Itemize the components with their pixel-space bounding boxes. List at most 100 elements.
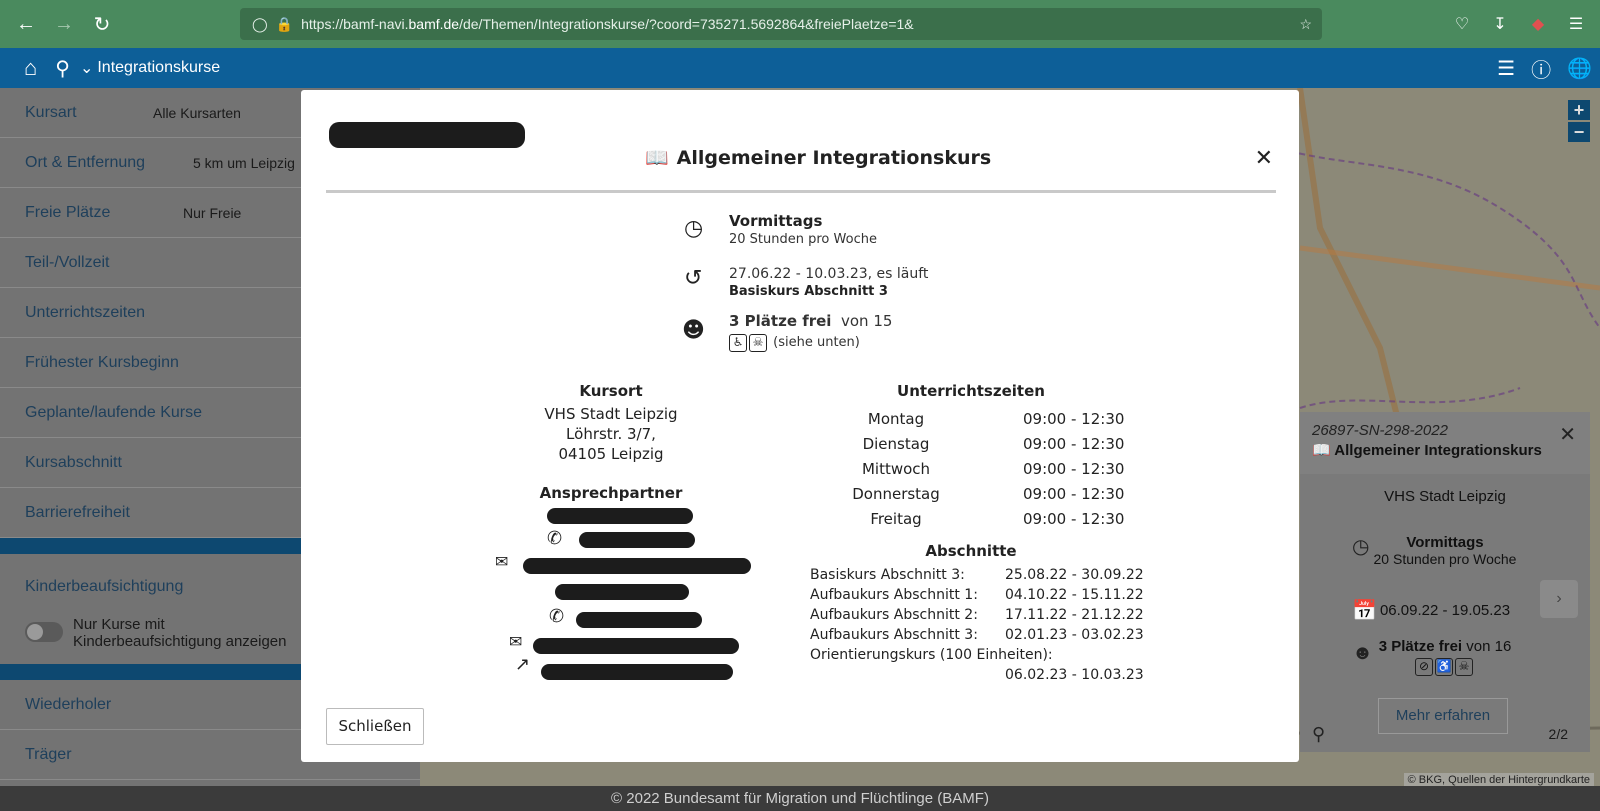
course-period: 27.06.22 - 10.03.23, es läuft xyxy=(729,266,929,282)
reload-icon[interactable]: ↻ xyxy=(84,6,120,42)
filter-label: Frühester Kursbeginn xyxy=(25,353,179,371)
address-line: Löhrstr. 3/7, xyxy=(566,425,656,443)
people-icon: ☻ xyxy=(1352,642,1374,664)
section-dates: 17.11.22 - 21.12.22 xyxy=(1005,607,1144,623)
help-icon[interactable]: ⓘ xyxy=(1531,54,1551,83)
sections-title: Abschnitte xyxy=(925,542,1017,560)
popup-pagination: 2/2 xyxy=(1548,726,1568,742)
filter-label: Geplante/laufende Kurse xyxy=(25,403,203,421)
search-icon[interactable]: ⚲ xyxy=(55,56,70,81)
current-section: Basiskurs Abschnitt 3 xyxy=(729,284,888,299)
extension-shield-icon[interactable]: ◆ xyxy=(1524,8,1552,40)
external-link-icon[interactable]: ↗ xyxy=(515,654,530,675)
map-zoom-controls: + − xyxy=(1568,100,1590,142)
popup-title-text: Allgemeiner Integrationskurs xyxy=(1334,442,1542,459)
popup-close-icon[interactable]: ✕ xyxy=(1559,422,1576,447)
page-title[interactable]: Integrationskurse xyxy=(97,59,220,77)
time-main: Vormittags xyxy=(729,212,823,230)
places-info: 3 Plätze frei von 15 xyxy=(729,312,892,330)
kinder-toggle-label: Nur Kurse mit Kinderbeaufsichtigung anze… xyxy=(73,616,287,650)
contact-title: Ansprechpartner xyxy=(539,484,683,502)
phone-icon: ✆ xyxy=(549,606,565,627)
popup-course-id: 26897-SN-298-2022 xyxy=(1312,422,1448,439)
home-icon[interactable]: ⌂ xyxy=(24,55,37,81)
redacted-phone-2 xyxy=(576,612,702,628)
forward-icon[interactable]: → xyxy=(46,6,82,42)
menu-icon[interactable]: ☰ xyxy=(1562,8,1590,40)
section-name: Aufbaukurs Abschnitt 1: xyxy=(810,587,978,603)
history-icon: ↺ xyxy=(684,266,703,291)
zoom-in-icon[interactable]: + xyxy=(1568,100,1590,120)
filter-label: Kursabschnitt xyxy=(25,453,122,471)
people-icon: ☻ xyxy=(682,318,705,343)
back-icon[interactable]: ← xyxy=(8,6,44,42)
pocket-icon[interactable]: ♡ xyxy=(1448,8,1476,40)
schedule-day: Freitag xyxy=(870,510,922,528)
dialog-title: 📖 Allgemeiner Integrationskurs xyxy=(645,146,992,170)
calendar-icon: 📅 xyxy=(1352,600,1377,622)
chevron-down-icon[interactable]: ⌄ xyxy=(80,58,93,78)
filter-label: Barrierefreiheit xyxy=(25,503,130,521)
popup-accessibility-icons: ⊘ ♿ ☠ xyxy=(1300,657,1590,676)
address-line: VHS Stadt Leipzig xyxy=(544,405,678,423)
accessibility-row: ♿ ☠ (siehe unten) xyxy=(729,334,860,352)
schedule-time: 09:00 - 12:30 xyxy=(1023,460,1125,478)
popup-time-main: Vormittags xyxy=(1406,534,1484,551)
dialog-title-text: Allgemeiner Integrationskurs xyxy=(676,146,992,169)
filter-label: Träger xyxy=(25,745,72,763)
redacted-website[interactable] xyxy=(541,664,733,680)
url-bar[interactable]: ◯ 🔒 https://bamf-navi. bamf.de/de/Themen/… xyxy=(240,8,1322,40)
redacted-email-2 xyxy=(533,638,739,654)
popup-time: ◷ Vormittags 20 Stunden pro Woche xyxy=(1300,534,1590,567)
browser-toolbar: ← → ↻ ◯ 🔒 https://bamf-navi. bamf.de/de/T… xyxy=(0,0,1600,48)
filter-label: Unterrichtszeiten xyxy=(25,303,146,321)
redacted-contact-name xyxy=(547,508,693,524)
kinder-toggle[interactable] xyxy=(25,622,63,642)
redacted-contact-name-2 xyxy=(555,584,689,600)
filter-value: Alle Kursarten xyxy=(153,104,241,121)
schedule-time: 09:00 - 12:30 xyxy=(1023,410,1125,428)
places-rest: von 15 xyxy=(841,312,893,330)
filter-value: Nur Freie xyxy=(183,204,242,221)
phone-icon: ✆ xyxy=(547,528,563,549)
email-icon: ✉ xyxy=(495,552,509,571)
next-arrow-icon[interactable]: › xyxy=(1540,580,1578,618)
popup-header: 26897-SN-298-2022 📖 Allgemeiner Integrat… xyxy=(1300,412,1590,474)
email-icon: ✉ xyxy=(509,632,523,651)
places-note: (siehe unten) xyxy=(773,335,860,350)
list-icon[interactable]: ☰ xyxy=(1497,56,1515,81)
wheelchair-icon: ♿ xyxy=(729,334,747,352)
dialog-close-icon[interactable]: ✕ xyxy=(1255,146,1273,171)
section-name: Aufbaukurs Abschnitt 3: xyxy=(810,627,978,643)
language-globe-icon[interactable]: 🌐 xyxy=(1567,56,1592,81)
zoom-out-icon[interactable]: − xyxy=(1568,122,1590,142)
popup-places: ☻ 3 Plätze frei von 16 ⊘ ♿ ☠ xyxy=(1300,638,1590,676)
section-dates: 04.10.22 - 15.11.22 xyxy=(1005,587,1144,603)
map-copyright: © BKG, Quellen der Hintergrundkarte xyxy=(1403,773,1594,787)
section-dates: 06.02.23 - 10.03.23 xyxy=(1005,667,1144,683)
more-info-button[interactable]: Mehr erfahren xyxy=(1378,698,1508,734)
wheelchair-icon: ♿ xyxy=(1435,658,1453,676)
address-line: 04105 Leipzig xyxy=(558,445,664,463)
redacted-email xyxy=(523,558,751,574)
popup-places-rest: von 16 xyxy=(1466,638,1512,655)
close-dialog-button[interactable]: Schließen xyxy=(326,708,424,745)
filter-label: Kursart xyxy=(25,103,77,121)
filter-value: 5 km um Leipzig xyxy=(193,154,295,171)
url-host: bamf.de xyxy=(408,16,460,32)
childcare-icon: ☠ xyxy=(1455,658,1473,676)
book-icon: 📖 xyxy=(645,147,669,169)
dialog-divider xyxy=(326,190,1276,193)
download-icon[interactable]: ↧ xyxy=(1486,8,1514,40)
redacted-phone xyxy=(579,532,695,548)
redacted-header xyxy=(329,122,525,148)
location-pin-icon[interactable]: ⚲ xyxy=(1312,724,1325,745)
bookmark-star-icon[interactable]: ☆ xyxy=(1299,16,1312,33)
places-bold: 3 Plätze frei xyxy=(729,312,832,330)
shield-icon: ◯ xyxy=(252,15,268,32)
page-footer: © 2022 Bundesamt für Migration und Flüch… xyxy=(0,786,1600,811)
schedule-time: 09:00 - 12:30 xyxy=(1023,485,1125,503)
schedule-day: Dienstag xyxy=(862,435,930,453)
section-name: Basiskurs Abschnitt 3: xyxy=(810,567,965,583)
no-barrier-icon: ⊘ xyxy=(1415,658,1433,676)
